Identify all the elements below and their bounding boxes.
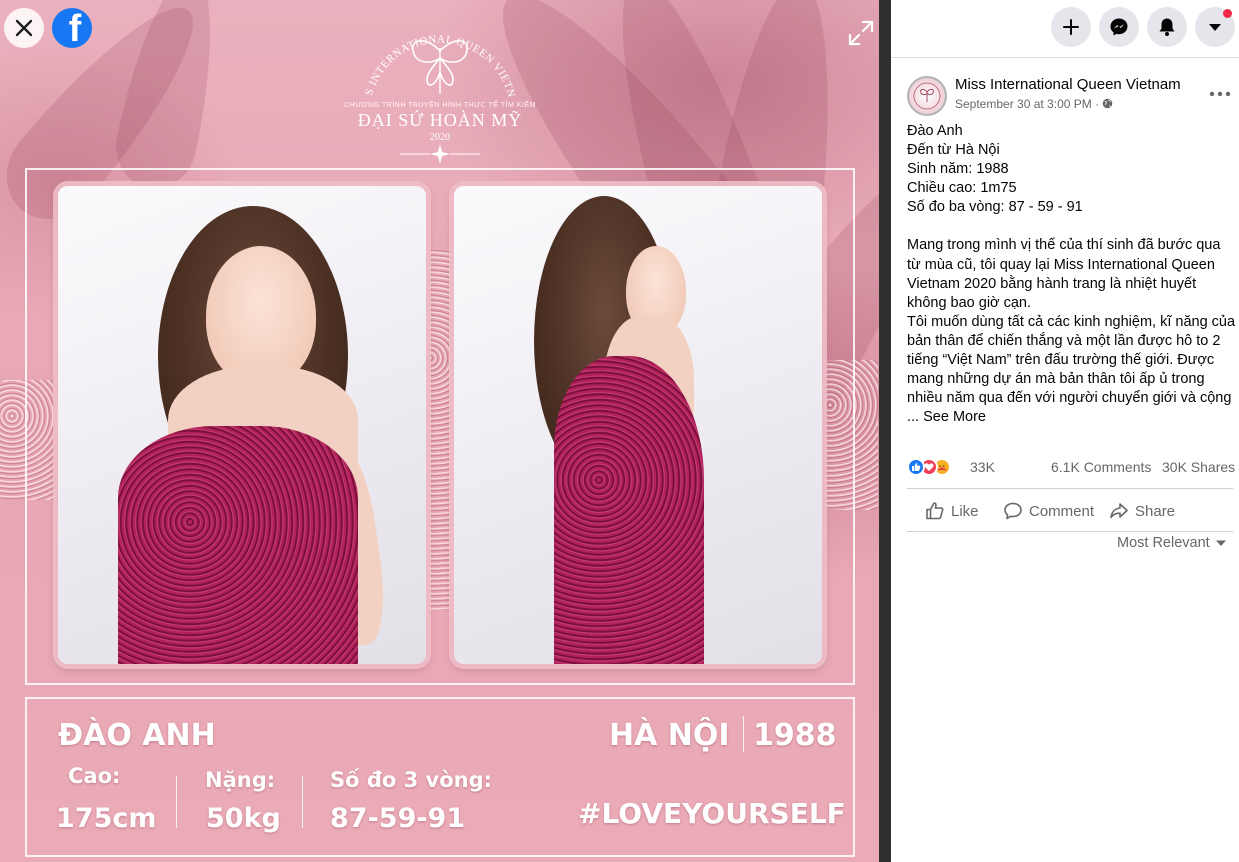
intro-line: Chiều cao: 1m75 xyxy=(907,180,1017,197)
caret-down-icon xyxy=(1215,540,1226,546)
height-label: Cao: xyxy=(68,764,121,788)
messenger-button[interactable] xyxy=(1099,7,1139,47)
viewer-edge xyxy=(879,0,891,862)
like-reaction-icon[interactable] xyxy=(907,458,925,476)
post-timestamp[interactable]: September 30 at 3:00 PM xyxy=(955,97,1092,111)
contestant-birth-year: 1988 xyxy=(753,718,837,753)
see-more-link[interactable]: See More xyxy=(923,409,986,425)
measurements-label: Số đo 3 vòng: xyxy=(330,768,493,792)
more-options-icon[interactable] xyxy=(1208,82,1232,106)
globe-icon xyxy=(1103,98,1113,109)
post-paragraph: Mang trong mình vị thế của thí sinh đã b… xyxy=(907,237,1221,311)
comment-sort-dropdown[interactable]: Most Relevant xyxy=(1117,535,1227,551)
contestant-hometown: HÀ NỘI xyxy=(609,718,730,753)
share-icon xyxy=(1110,503,1128,519)
intro-line: Số đo ba vòng: 87 - 59 - 91 xyxy=(907,199,1083,216)
sort-label: Most Relevant xyxy=(1117,535,1210,551)
intro-line: Sinh năm: 1988 xyxy=(907,161,1009,178)
contestant-name: ĐÀO ANH xyxy=(58,718,216,753)
facebook-logo-icon[interactable]: f xyxy=(52,8,92,48)
top-action-bar xyxy=(891,0,1239,58)
post-meta: September 30 at 3:00 PM · xyxy=(955,97,1113,111)
logo-program-name: ĐẠI SỨ HOÀN MỸ xyxy=(357,110,523,130)
messenger-icon xyxy=(1110,18,1128,36)
comment-count[interactable]: 6.1K Comments xyxy=(1051,459,1151,475)
close-button[interactable] xyxy=(4,8,44,48)
close-icon xyxy=(15,19,33,37)
weight-value: 50kg xyxy=(206,803,281,834)
post-header: Miss International Queen Vietnam Septemb… xyxy=(907,74,1227,118)
post-body: Đào Anh Đến từ Hà Nội Sinh năm: 1988 Chi… xyxy=(907,122,1237,427)
share-count[interactable]: 30K Shares xyxy=(1162,459,1235,475)
reactions-bar: 33K 6.1K Comments 30K Shares xyxy=(907,457,1237,479)
divider xyxy=(743,716,744,752)
page-name-link[interactable]: Miss International Queen Vietnam xyxy=(955,76,1181,93)
page-logo-icon xyxy=(913,82,941,110)
comment-label: Comment xyxy=(1029,502,1095,520)
face xyxy=(206,246,316,386)
logo-year: 2020 xyxy=(430,132,450,143)
expand-icon[interactable] xyxy=(846,18,876,48)
divider xyxy=(176,776,177,828)
meta-separator: · xyxy=(1095,97,1100,111)
sequin-dress xyxy=(118,426,358,664)
account-menu-button[interactable] xyxy=(1195,7,1235,47)
butterfly-logo-icon: MISS INTERNATIONAL QUEEN VIETNAM xyxy=(340,6,517,99)
intro-line: Đến từ Hà Nội xyxy=(907,142,1000,159)
height-value: 175cm xyxy=(56,803,157,834)
sequin-dress xyxy=(554,356,704,664)
logo-subtitle: CHƯƠNG TRÌNH TRUYỀN HÌNH THỰC TẾ TÌM KIẾ… xyxy=(344,102,536,109)
bell-icon xyxy=(1159,18,1175,36)
plus-icon xyxy=(1063,19,1079,35)
like-label: Like xyxy=(951,502,979,520)
facebook-photo-viewer: MISS INTERNATIONAL QUEEN VIETNAM CHƯƠNG … xyxy=(0,0,1239,862)
comment-icon xyxy=(1004,502,1022,520)
divider xyxy=(302,776,303,828)
create-button[interactable] xyxy=(1051,7,1091,47)
like-button[interactable]: Like xyxy=(925,499,979,523)
share-button[interactable]: Share xyxy=(1109,499,1175,523)
comment-button[interactable]: Comment xyxy=(1003,499,1094,523)
notification-badge xyxy=(1223,9,1232,18)
pageant-logo: MISS INTERNATIONAL QUEEN VIETNAM CHƯƠNG … xyxy=(340,6,540,166)
share-label: Share xyxy=(1135,502,1176,520)
photo-viewer[interactable]: MISS INTERNATIONAL QUEEN VIETNAM CHƯƠNG … xyxy=(0,0,879,862)
post-paragraph: Tôi muốn dùng tất cả các kinh nghiệm, kĩ… xyxy=(907,313,1237,428)
weight-label: Nặng: xyxy=(205,768,276,792)
measurements-value: 87-59-91 xyxy=(330,803,466,834)
contestant-photo-back xyxy=(454,186,822,664)
reaction-count[interactable]: 33K xyxy=(970,459,995,475)
thumbs-up-icon xyxy=(926,502,944,520)
intro-line: Đào Anh xyxy=(907,123,963,139)
notifications-button[interactable] xyxy=(1147,7,1187,47)
star-divider-icon xyxy=(400,144,480,164)
page-avatar[interactable] xyxy=(907,76,947,116)
post-actions: Like Comment Share xyxy=(907,488,1233,532)
contestant-photo-front xyxy=(58,186,426,664)
hashtag: #LOVEYOURSELF xyxy=(578,797,846,830)
chevron-down-icon xyxy=(1209,24,1221,31)
